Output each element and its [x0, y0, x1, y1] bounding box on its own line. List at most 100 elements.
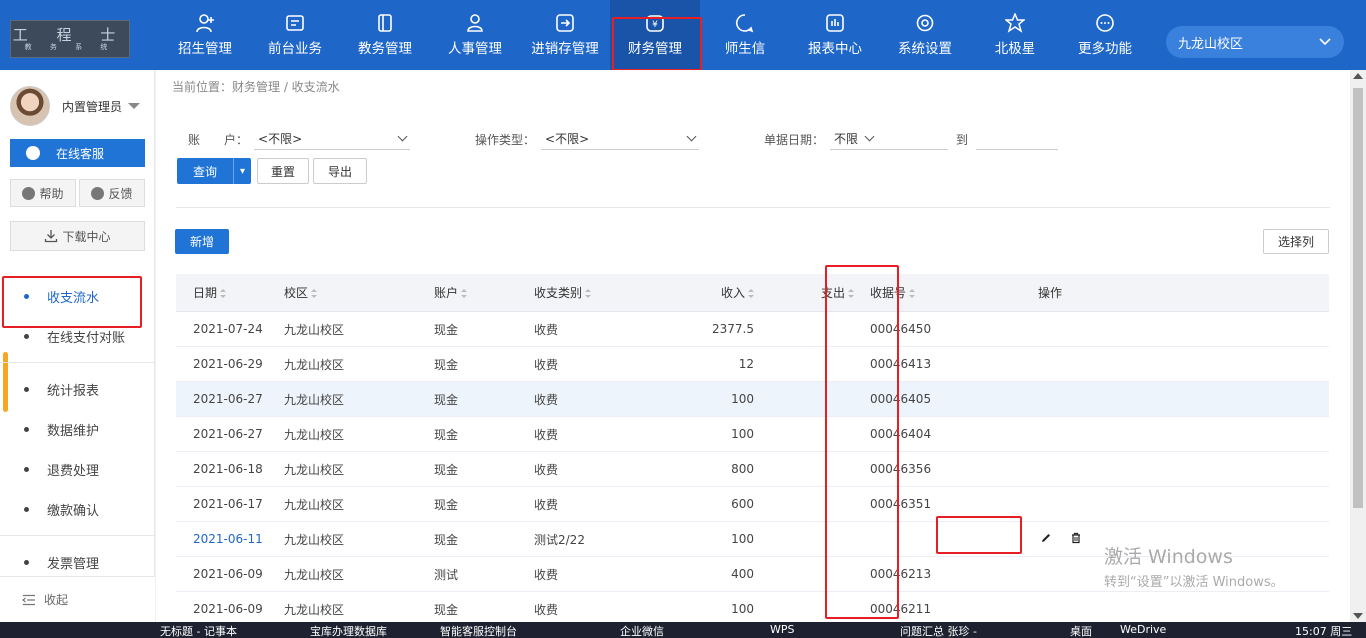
taskbar-item[interactable]: WPS [770, 623, 795, 636]
cell-receipt: 00046450 [870, 322, 932, 336]
sidebar-item-income-expense[interactable]: 收支流水 [0, 276, 155, 328]
nav-item-2[interactable]: 教务管理 [340, 0, 430, 70]
top-navbar: 工 程 士 教 务 系 统 招生管理 前台业务 教务管理 人事管理 进销存管理 ¥ 财务管理… [0, 0, 1366, 71]
feedback-button[interactable]: 反馈 [79, 179, 145, 207]
cell-income: 800 [731, 462, 754, 476]
feedback-icon [91, 186, 105, 200]
nav-item-4[interactable]: 进销存管理 [520, 0, 610, 70]
scroll-thumb[interactable] [1353, 88, 1363, 508]
online-service-button[interactable]: 在线客服 [10, 139, 145, 167]
cell-receipt: 00046405 [870, 392, 932, 406]
table-row[interactable]: 2021-06-17 九龙山校区 现金 收费 600 00046351 [176, 487, 1329, 522]
nav-item-7[interactable]: 报表中心 [790, 0, 880, 70]
nav-item-6[interactable]: 师生信 [700, 0, 790, 70]
query-button[interactable]: 查询 ▾ [177, 158, 251, 184]
sort-icon[interactable] [909, 289, 916, 298]
cell-receipt: 00046213 [870, 567, 932, 581]
cell-receipt: 00046351 [870, 497, 932, 511]
nav-item-10[interactable]: 更多功能 [1060, 0, 1150, 70]
user-menu[interactable]: 内置管理员 [10, 86, 141, 126]
edit-icon[interactable] [1040, 532, 1052, 544]
taskbar-item[interactable]: 无标题 - 记事本 [160, 623, 237, 638]
breadcrumb: 当前位置：财务管理 / 收支流水 [172, 80, 340, 94]
collapse-icon [22, 594, 35, 605]
table-row[interactable]: 2021-06-27 九龙山校区 现金 收费 100 00046404 [176, 417, 1329, 452]
taskbar-item[interactable]: 桌面 [1070, 623, 1092, 638]
taskbar-item[interactable]: 问题汇总 张珍 - [900, 623, 977, 638]
optype-filter-label: 操作类型： [475, 132, 536, 147]
sidebar: 内置管理员 在线客服 帮助 反馈 下载中心 收支流水 在线支付对账 统计报表 数… [0, 70, 155, 622]
optype-select[interactable]: <不限> [541, 128, 700, 150]
header-label: 校区 [284, 286, 309, 300]
sort-icon[interactable] [311, 289, 318, 298]
campus-select[interactable]: 九龙山校区 [1166, 26, 1344, 58]
taskbar-item[interactable]: 智能客服控制台 [440, 623, 517, 638]
col-category-header[interactable]: 收支类别 [534, 284, 634, 301]
sort-icon[interactable] [848, 289, 854, 298]
sidebar-item-statistics[interactable]: 统计报表 [0, 369, 155, 409]
taskbar-item[interactable]: 企业微信 [620, 623, 664, 638]
table-row[interactable]: 2021-06-27 九龙山校区 现金 收费 100 00046405 [176, 382, 1329, 417]
add-button[interactable]: 新增 [175, 229, 229, 254]
date-end-input[interactable] [976, 128, 1059, 150]
col-date-header[interactable]: 日期 [176, 284, 284, 301]
inventory-icon [556, 14, 574, 32]
reset-button[interactable]: 重置 [257, 158, 309, 184]
sidebar-item-payment-confirm[interactable]: 缴款确认 [0, 489, 155, 529]
caret-down-icon [128, 103, 141, 109]
sidebar-item-data-maintenance[interactable]: 数据维护 [0, 409, 155, 449]
taskbar-item[interactable]: WeDrive [1120, 623, 1166, 636]
select-columns-button[interactable]: 选择列 [1263, 229, 1329, 254]
taskbar-item[interactable]: 宝库办理数据库 [310, 623, 387, 638]
table-row[interactable]: 2021-06-29 九龙山校区 现金 收费 12 00046413 [176, 347, 1329, 382]
col-account-header[interactable]: 账户 [434, 284, 534, 301]
download-center-button[interactable]: 下载中心 [10, 221, 145, 251]
cell-date: 2021-06-09 [193, 602, 263, 616]
export-button[interactable]: 导出 [313, 158, 367, 184]
nav-item-3[interactable]: 人事管理 [430, 0, 520, 70]
report-icon [826, 14, 844, 32]
scroll-up-icon[interactable] [1353, 73, 1363, 79]
delete-icon[interactable] [1070, 532, 1082, 544]
cell-category: 测试2/22 [534, 532, 585, 547]
sidebar-item-label: 收支流水 [47, 290, 100, 306]
col-income-header[interactable]: 收入 [634, 284, 754, 301]
nav-item-label: 财务管理 [628, 41, 682, 57]
sidebar-item-refund[interactable]: 退费处理 [0, 449, 155, 489]
col-campus-header[interactable]: 校区 [284, 284, 434, 301]
page-scrollbar[interactable] [1350, 70, 1366, 622]
table-row[interactable]: 2021-06-18 九龙山校区 现金 收费 800 00046356 [176, 452, 1329, 487]
windows-watermark: 激活 Windows 转到“设置”以激活 Windows。 [1104, 542, 1284, 590]
cell-date[interactable]: 2021-06-11 [176, 532, 284, 546]
nav-item-0[interactable]: 招生管理 [160, 0, 250, 70]
nav-item-8[interactable]: 系统设置 [880, 0, 970, 70]
collapse-button[interactable]: 收起 [0, 576, 155, 622]
table-row[interactable]: 2021-07-24 九龙山校区 现金 收费 2377.5 00046450 [176, 312, 1329, 347]
account-select[interactable]: <不限> [254, 128, 411, 150]
query-dropdown-icon[interactable]: ▾ [233, 158, 251, 184]
settings-icon [916, 14, 934, 32]
cell-campus: 九龙山校区 [284, 497, 345, 512]
col-receipt-header[interactable]: 收据号 [854, 284, 984, 301]
online-service-label: 在线客服 [56, 146, 105, 161]
nav-item-9[interactable]: 北极星 [970, 0, 1060, 70]
app-logo[interactable]: 工 程 士 教 务 系 统 [10, 20, 130, 58]
sort-icon[interactable] [461, 289, 468, 298]
col-expense-header[interactable]: 支出 [754, 284, 854, 301]
sort-icon[interactable] [748, 289, 754, 298]
cell-account: 现金 [434, 532, 459, 547]
nav-item-5[interactable]: ¥ 财务管理 [610, 0, 702, 71]
date-range-select[interactable]: 不限 [830, 128, 949, 150]
sidebar-item-online-payment-reconcile[interactable]: 在线支付对账 [0, 316, 155, 356]
logo-text: 工 程 士 [12, 25, 128, 44]
nav-item-1[interactable]: 前台业务 [250, 0, 340, 70]
scroll-down-icon[interactable] [1353, 613, 1363, 619]
sidebar-item-label: 统计报表 [47, 383, 100, 399]
help-button[interactable]: 帮助 [10, 179, 76, 207]
account-filter-label: 账 户： [188, 132, 249, 147]
sidebar-item-label: 缴款确认 [47, 503, 100, 519]
avatar [10, 86, 50, 126]
svg-text:¥: ¥ [652, 20, 658, 30]
sort-icon[interactable] [585, 289, 592, 298]
sort-icon[interactable] [220, 289, 227, 298]
